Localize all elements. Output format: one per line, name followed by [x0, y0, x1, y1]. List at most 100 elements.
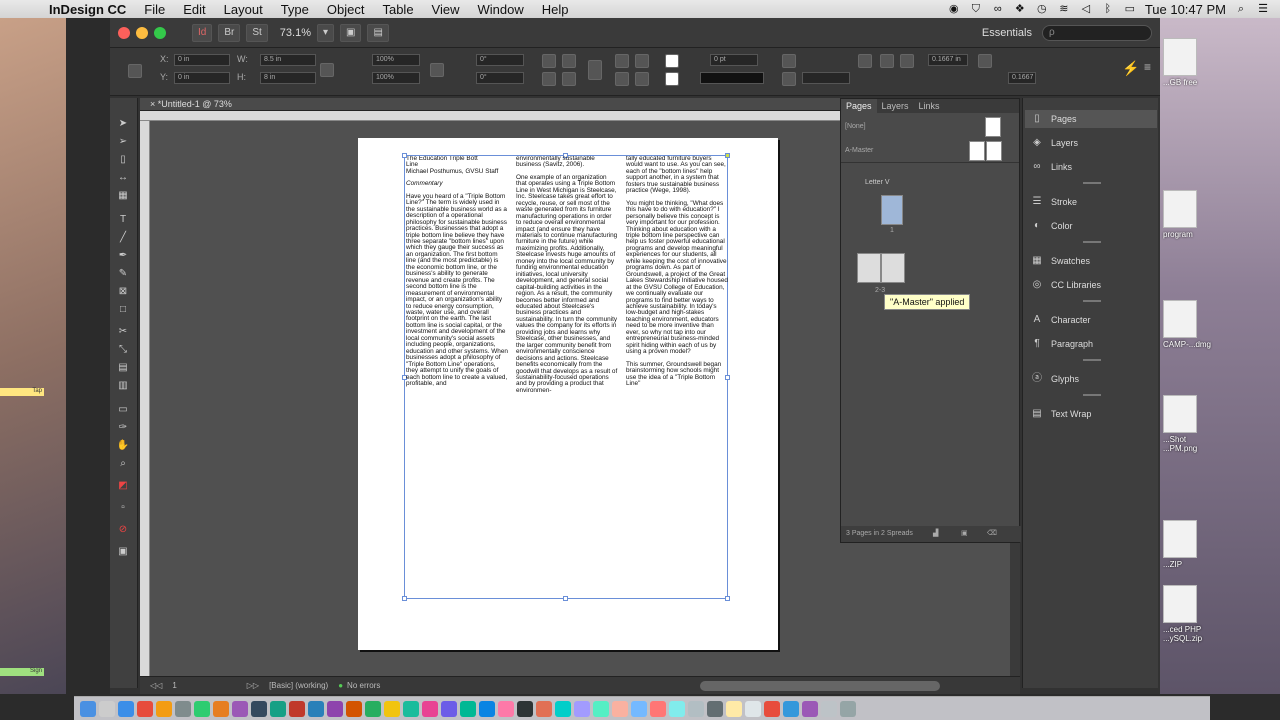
app-icon[interactable]	[593, 700, 609, 717]
panel-swatches[interactable]: ▦ Swatches	[1025, 252, 1157, 270]
gap-tool-icon[interactable]: ↔	[116, 172, 130, 184]
panel-group-divider[interactable]	[1083, 394, 1101, 396]
menu-help[interactable]: Help	[533, 2, 578, 17]
app-icon[interactable]	[669, 700, 685, 717]
master-a-label[interactable]: A-Master	[845, 147, 873, 154]
type-tool-icon[interactable]: T	[116, 214, 130, 226]
firefox-icon[interactable]	[156, 700, 172, 717]
menu-file[interactable]: File	[135, 2, 174, 17]
bridge-button[interactable]: Br	[218, 23, 241, 42]
wifi-icon[interactable]: ≋	[1057, 2, 1071, 16]
x-field[interactable]: 0 in	[174, 54, 230, 66]
eyedropper-tool-icon[interactable]: ✑	[116, 422, 130, 434]
content-collector-icon[interactable]: ▦	[116, 190, 130, 202]
opacity-field[interactable]	[802, 72, 850, 84]
terminal-icon[interactable]	[251, 700, 267, 717]
formatting-container-icon[interactable]: ▫	[116, 502, 130, 514]
preflight-profile[interactable]: [Basic] (working)	[269, 681, 328, 690]
pencil-tool-icon[interactable]: ✎	[116, 268, 130, 280]
app-icon[interactable]	[270, 700, 286, 717]
preflight-status[interactable]: No errors	[347, 681, 380, 690]
battery-icon[interactable]: ▭	[1123, 2, 1137, 16]
scale-x-field[interactable]: 100%	[372, 54, 420, 66]
tab-links[interactable]: Links	[914, 99, 945, 113]
gradient-swatch-tool-icon[interactable]: ▤	[116, 362, 130, 374]
document-page[interactable]: The Education Triple Bott Line Michael P…	[358, 138, 778, 650]
panel-character[interactable]: A Character	[1025, 311, 1157, 329]
stroke-swatch-none[interactable]	[665, 72, 679, 86]
desktop-file[interactable]: program	[1163, 190, 1203, 239]
record-icon[interactable]: ◉	[947, 2, 961, 16]
horizontal-ruler[interactable]	[140, 111, 840, 121]
horizontal-scrollbar[interactable]	[700, 681, 940, 691]
panel-pages[interactable]: ▯ Pages	[1025, 110, 1157, 128]
app-icon[interactable]	[726, 700, 742, 717]
menu-table[interactable]: Table	[373, 2, 422, 17]
text-column-2[interactable]: environmentally sustainable business (Sa…	[516, 156, 618, 601]
menu-window[interactable]: Window	[469, 2, 533, 17]
pen-tool-icon[interactable]: ✒	[116, 250, 130, 262]
master-none-thumbnail[interactable]	[985, 117, 1001, 137]
downloads-stack-icon[interactable]	[821, 700, 837, 717]
rectangle-frame-tool-icon[interactable]: ⊠	[116, 286, 130, 298]
text-column-1[interactable]: The Education Triple Bott Line Michael P…	[406, 156, 508, 601]
stock-button[interactable]: St	[246, 23, 268, 42]
app-icon[interactable]	[783, 700, 799, 717]
panel-text-wrap[interactable]: ▤ Text Wrap	[1025, 405, 1157, 423]
panel-group-divider[interactable]	[1083, 182, 1101, 184]
menu-view[interactable]: View	[423, 2, 469, 17]
app-icon[interactable]	[745, 700, 761, 717]
gutter-field[interactable]: 0.1667	[1008, 72, 1036, 84]
vertical-ruler[interactable]	[140, 121, 150, 676]
panel-layers[interactable]: ◈ Layers	[1025, 134, 1157, 152]
menu-object[interactable]: Object	[318, 2, 374, 17]
panel-color[interactable]: ◐ Color	[1025, 217, 1157, 235]
page-tool-icon[interactable]: ▯	[116, 154, 130, 166]
apply-none-icon[interactable]: ⊘	[116, 524, 130, 536]
shield-icon[interactable]: ⛉	[969, 2, 983, 16]
photos-icon[interactable]	[213, 700, 229, 717]
flip-vertical-icon[interactable]	[562, 72, 576, 86]
app-icon[interactable]	[764, 700, 780, 717]
tab-layers[interactable]: Layers	[877, 99, 914, 113]
scissors-tool-icon[interactable]: ✂	[116, 326, 130, 338]
constrain-proportions-icon[interactable]	[320, 63, 334, 77]
messages-icon[interactable]	[194, 700, 210, 717]
height-field[interactable]: 8 in	[260, 72, 316, 84]
rectangle-tool-icon[interactable]: □	[116, 304, 130, 316]
shear-field[interactable]: 0°	[476, 72, 524, 84]
desktop-file[interactable]: ...GB free	[1163, 38, 1203, 87]
first-page-icon[interactable]: ◁◁	[150, 681, 162, 690]
app-icon[interactable]	[365, 700, 381, 717]
menu-edit[interactable]: Edit	[174, 2, 214, 17]
page-1-thumbnail[interactable]	[881, 195, 903, 225]
next-page-icon[interactable]: ▷▷	[247, 681, 259, 690]
app-icon[interactable]	[403, 700, 419, 717]
app-icon[interactable]	[574, 700, 590, 717]
line-tool-icon[interactable]: ╱	[116, 232, 130, 244]
wrap-none-icon[interactable]	[858, 54, 872, 68]
app-icon[interactable]	[498, 700, 514, 717]
chrome-icon[interactable]	[137, 700, 153, 717]
master-a-left-thumbnail[interactable]	[969, 141, 985, 161]
desktop-file[interactable]: ...ZIP	[1163, 520, 1203, 569]
app-icon[interactable]	[802, 700, 818, 717]
lightning-icon[interactable]: ⚡	[1122, 60, 1139, 77]
desktop-file[interactable]: CAMP-...dmg	[1163, 300, 1211, 349]
panel-paragraph[interactable]: ¶ Paragraph	[1025, 335, 1157, 353]
app-icon[interactable]	[650, 700, 666, 717]
panel-group-divider[interactable]	[1083, 359, 1101, 361]
zoom-level[interactable]: 73.1%	[280, 27, 311, 39]
workspace-switcher[interactable]: Essentials	[982, 27, 1032, 39]
notification-center-icon[interactable]: ☰	[1256, 2, 1270, 16]
app-icon[interactable]	[327, 700, 343, 717]
fit-content-icon[interactable]	[900, 54, 914, 68]
constrain-scale-icon[interactable]	[430, 63, 444, 77]
panel-menu-icon[interactable]: ≡	[1144, 60, 1151, 74]
panel-cc-libraries[interactable]: ◎ CC Libraries	[1025, 276, 1157, 294]
trash-icon[interactable]	[840, 700, 856, 717]
note-tool-icon[interactable]: ▭	[116, 404, 130, 416]
finder-icon[interactable]	[80, 700, 96, 717]
edit-page-size-icon[interactable]: ▟	[933, 526, 938, 542]
select-previous-icon[interactable]	[615, 72, 629, 86]
